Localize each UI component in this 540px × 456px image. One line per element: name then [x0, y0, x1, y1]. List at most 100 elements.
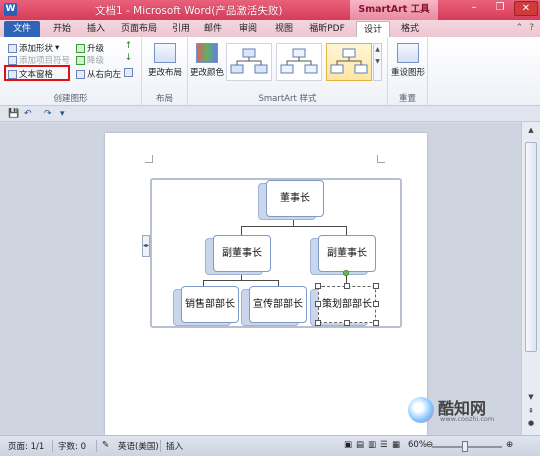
layout-icon [154, 43, 176, 63]
promote-button[interactable]: 升级 [76, 42, 104, 54]
right-to-left-button[interactable]: 从右向左 [76, 68, 121, 80]
text-pane-toggle-icon[interactable]: ◂▸ [142, 235, 150, 257]
resize-handle[interactable] [315, 283, 321, 289]
zoom-out-icon[interactable]: ⊖ [426, 440, 433, 450]
word-app-icon[interactable]: W [4, 3, 17, 16]
arrow-right-icon [76, 55, 85, 65]
group-label-create: 创建图形 [53, 94, 88, 104]
group-label-layout: 布局 [155, 94, 173, 104]
coozhi-logo: 酷知网 www.coozhi.com [408, 395, 526, 427]
resize-handle[interactable] [315, 301, 321, 307]
change-layout-button[interactable]: 更改布局 [146, 43, 184, 78]
group-label-reset: 重置 [398, 94, 416, 104]
node-chairman[interactable]: 董事长 [266, 180, 324, 217]
scroll-down-icon[interactable]: ▼ [525, 392, 537, 402]
node-publicity-head[interactable]: 宣传部部长 [249, 286, 307, 323]
resize-handle[interactable] [373, 283, 379, 289]
palette-icon [196, 43, 218, 63]
restore-icon[interactable]: ❐ [488, 1, 512, 16]
highlight-box [4, 65, 70, 81]
org-layout-icon [124, 68, 133, 77]
draft-icon[interactable]: ▦ [392, 440, 400, 450]
tab-foxit-pdf[interactable]: 福昕PDF [304, 21, 350, 37]
style-option[interactable] [276, 43, 322, 81]
gallery-scroll[interactable]: ▲ ▼ [373, 43, 382, 81]
spellcheck-icon[interactable]: ✎ [102, 440, 109, 450]
node-vice-chairman[interactable]: 副董事长 [318, 235, 376, 272]
window-title: 文档1 - Microsoft Word(产品激活失败) [95, 5, 283, 17]
resize-handle[interactable] [344, 320, 350, 326]
group-label-styles: SmartArt 样式 [258, 94, 317, 104]
save-icon[interactable]: 💾 [8, 109, 19, 119]
tab-home[interactable]: 开始 [46, 21, 78, 37]
chevron-up-icon[interactable]: ⌃ [516, 23, 524, 33]
zoom-in-icon[interactable]: ⊕ [506, 440, 513, 450]
tab-file[interactable]: 文件 [4, 21, 40, 37]
arrow-up-icon: ↑ [124, 41, 133, 51]
connector [241, 226, 346, 227]
web-layout-icon[interactable]: ▥ [368, 440, 376, 450]
node-vice-chairman[interactable]: 副董事长 [213, 235, 271, 272]
scroll-up-icon[interactable]: ▲ [525, 125, 537, 135]
change-colors-button[interactable]: 更改颜色 [190, 43, 224, 78]
group-layout: 更改布局 布局 [142, 37, 188, 106]
scroll-thumb[interactable] [525, 142, 537, 352]
tab-page-layout[interactable]: 页面布局 [114, 21, 164, 37]
crop-mark [377, 155, 385, 163]
tab-review[interactable]: 审阅 [232, 21, 264, 37]
swap-icon [76, 69, 85, 79]
minimize-icon[interactable]: – [462, 1, 486, 16]
tab-mailings[interactable]: 邮件 [198, 21, 228, 37]
resize-handle[interactable] [373, 320, 379, 326]
tab-format[interactable]: 格式 [394, 21, 426, 37]
move-up-button[interactable]: ↑ [124, 42, 133, 51]
vertical-scrollbar[interactable]: ▲ ▼ ⇞ ● [521, 122, 540, 435]
tab-view[interactable]: 视图 [268, 21, 300, 37]
add-shape-button[interactable]: 添加形状 ▾ [8, 42, 59, 54]
crop-mark [145, 155, 153, 163]
prev-page-icon[interactable]: ⇞ [525, 406, 537, 416]
full-screen-icon[interactable]: ▤ [356, 440, 364, 450]
ribbon: 添加形状 ▾ 添加项目符号 文本窗格 升级 降级 从右向左 ↑ ↓ 创建图形 更… [0, 37, 540, 106]
print-layout-icon[interactable]: ▣ [344, 440, 352, 450]
demote-button[interactable]: 降级 [76, 54, 104, 66]
move-down-button[interactable]: ↓ [124, 54, 133, 63]
zoom-level[interactable]: 60% [408, 440, 427, 450]
resize-handle[interactable] [344, 283, 350, 289]
node-sales-head[interactable]: 销售部部长 [181, 286, 239, 323]
style-gallery [226, 43, 376, 81]
status-bar: 页面: 1/1 字数: 0 ✎ 英语(美国) 插入 ▣ ▤ ▥ ☰ ▦ 60% … [0, 435, 540, 456]
zoom-slider-thumb[interactable] [462, 441, 468, 452]
style-thumbnail-icon [330, 48, 368, 74]
connector [241, 226, 242, 235]
rotate-handle[interactable] [343, 270, 349, 276]
style-option-selected[interactable] [326, 43, 372, 81]
tab-design[interactable]: 设计 [356, 21, 390, 37]
layout-options-button[interactable] [124, 68, 133, 77]
browse-object-icon[interactable]: ● [525, 418, 537, 428]
resize-handle[interactable] [315, 320, 321, 326]
bullet-icon [8, 55, 17, 65]
redo-icon[interactable]: ↷ [44, 109, 54, 119]
help-icon[interactable]: ? [529, 23, 534, 33]
resize-handle[interactable] [373, 301, 379, 307]
quick-access-toolbar: 💾 ↶ ↷ ▾ [0, 106, 540, 122]
window-controls: – ❐ ✕ [462, 1, 538, 16]
language[interactable]: 英语(美国) [118, 440, 159, 452]
page-count[interactable]: 页面: 1/1 [8, 440, 44, 452]
style-thumbnail-icon [230, 48, 268, 74]
add-shape-icon [8, 43, 17, 53]
tab-references[interactable]: 引用 [166, 21, 196, 37]
reset-icon [397, 43, 419, 63]
ribbon-tabs: 文件 开始 插入 页面布局 引用 邮件 审阅 视图 福昕PDF 设计 格式 ⌃ … [0, 20, 540, 37]
tab-insert[interactable]: 插入 [80, 21, 112, 37]
customize-icon[interactable]: ▾ [60, 109, 70, 119]
word-count[interactable]: 字数: 0 [58, 440, 86, 452]
outline-icon[interactable]: ☰ [380, 440, 388, 450]
insert-mode[interactable]: 插入 [166, 440, 183, 452]
close-icon[interactable]: ✕ [514, 1, 538, 16]
reset-graphic-button[interactable]: 重设图形 [389, 43, 427, 78]
node-planning-head[interactable]: 策划部部长 [318, 286, 376, 323]
style-option[interactable] [226, 43, 272, 81]
undo-icon[interactable]: ↶ [24, 109, 34, 119]
